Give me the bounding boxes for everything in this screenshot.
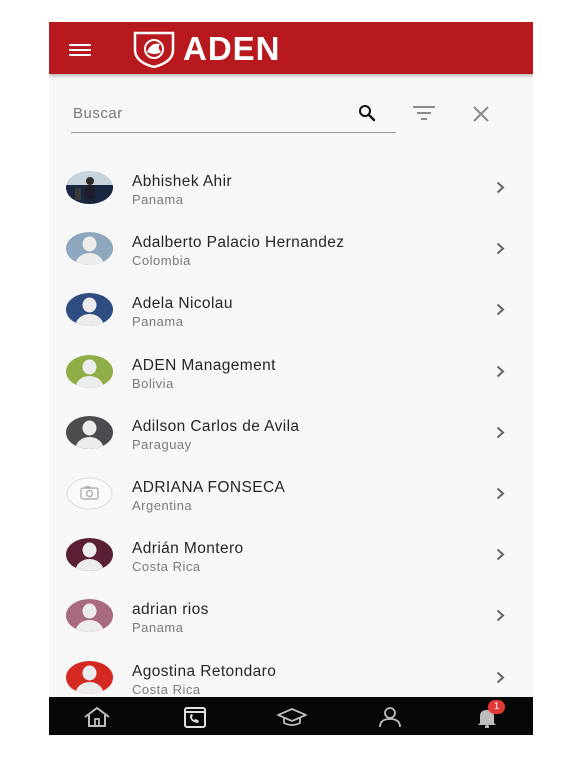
contact-name: Adela Nicolau — [132, 295, 233, 312]
avatar — [66, 477, 113, 510]
contact-country: Colombia — [132, 253, 191, 268]
contact-country: Bolivia — [132, 376, 174, 391]
contact-name: ADEN Management — [132, 357, 276, 374]
contact-row[interactable]: Adilson Carlos de Avila Paraguay — [49, 402, 533, 463]
search-bar — [71, 94, 396, 133]
shield-crest-icon — [133, 31, 175, 68]
close-icon[interactable] — [472, 105, 490, 128]
hamburger-menu-icon[interactable] — [69, 44, 91, 56]
contact-name: Abhishek Ahir — [132, 173, 232, 190]
chevron-right-icon[interactable] — [496, 487, 505, 505]
contact-name: Agostina Retondaro — [132, 663, 277, 680]
avatar — [66, 293, 113, 326]
home-icon[interactable] — [82, 706, 112, 728]
avatar — [66, 661, 113, 694]
user-icon[interactable] — [375, 706, 405, 728]
aden-logo: ADEN — [131, 30, 281, 68]
top-app-bar: ADEN — [49, 22, 533, 74]
chevron-right-icon[interactable] — [496, 548, 505, 566]
chevron-right-icon[interactable] — [496, 181, 505, 199]
chevron-right-icon[interactable] — [496, 242, 505, 260]
contact-row[interactable]: Adalberto Palacio Hernandez Colombia — [49, 218, 533, 279]
contact-row[interactable]: Abhishek Ahir Panama — [49, 157, 533, 218]
contact-name: Adilson Carlos de Avila — [132, 418, 300, 435]
bell-icon[interactable]: 1 — [472, 700, 505, 729]
contact-country: Costa Rica — [132, 559, 201, 574]
contact-row[interactable]: ADEN Management Bolivia — [49, 341, 533, 402]
contact-name: adrian rios — [132, 601, 209, 618]
contact-name: Adalberto Palacio Hernandez — [132, 234, 345, 251]
contact-row[interactable]: Adela Nicolau Panama — [49, 279, 533, 340]
graduation-cap-icon[interactable] — [275, 706, 309, 728]
search-icon[interactable] — [358, 104, 376, 127]
chevron-right-icon[interactable] — [496, 671, 505, 689]
app-screen: ADEN Abhishek Ahir Panama Adalberto Pala… — [49, 22, 533, 735]
avatar — [66, 599, 113, 632]
chevron-right-icon[interactable] — [496, 365, 505, 383]
contact-country: Costa Rica — [132, 682, 201, 697]
bottom-navigation: 1 — [49, 697, 533, 735]
avatar — [66, 355, 113, 388]
contact-country: Panama — [132, 620, 184, 635]
avatar — [66, 538, 113, 571]
filter-icon[interactable] — [413, 106, 435, 125]
contacts-phone-icon[interactable] — [180, 706, 210, 728]
avatar — [66, 171, 113, 204]
chevron-right-icon[interactable] — [496, 609, 505, 627]
chevron-right-icon[interactable] — [496, 303, 505, 321]
search-input[interactable] — [71, 100, 345, 126]
contact-country: Panama — [132, 314, 184, 329]
contact-name: Adrián Montero — [132, 540, 244, 557]
contact-country: Panama — [132, 192, 184, 207]
chevron-right-icon[interactable] — [496, 426, 505, 444]
contact-row[interactable]: Adrián Montero Costa Rica — [49, 524, 533, 585]
contact-country: Paraguay — [132, 437, 192, 452]
contact-country: Argentina — [132, 498, 193, 513]
notification-badge: 1 — [488, 700, 505, 714]
avatar — [66, 232, 113, 265]
brand-name: ADEN — [183, 30, 281, 67]
contact-row[interactable]: ADRIANA FONSECA Argentina — [49, 463, 533, 524]
contact-row[interactable]: adrian rios Panama — [49, 585, 533, 646]
avatar — [66, 416, 113, 449]
contact-name: ADRIANA FONSECA — [132, 479, 286, 496]
